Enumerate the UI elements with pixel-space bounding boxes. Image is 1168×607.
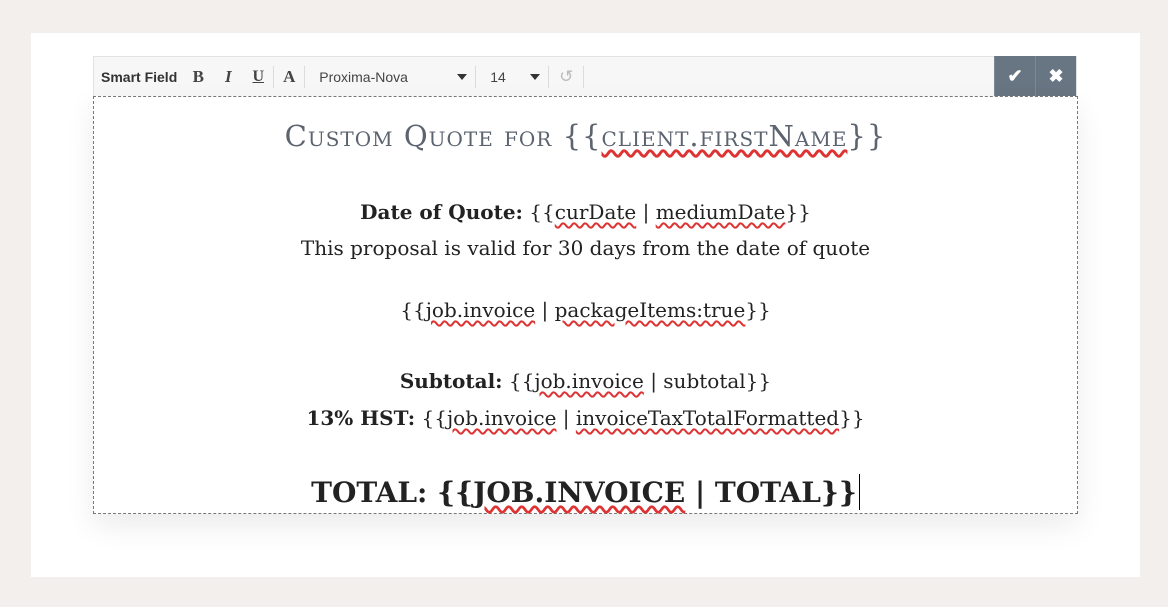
font-family-select[interactable]: Proxima-Nova — [305, 69, 475, 85]
chevron-down-icon — [457, 73, 468, 80]
validity-line: This proposal is valid for 30 days from … — [300, 236, 871, 260]
date-label: Date of Quote: — [360, 200, 523, 224]
smart-field-button[interactable]: Smart Field — [94, 69, 183, 85]
subtotal-line: Subtotal: {{job.invoice | subtotal}} — [399, 369, 772, 393]
font-size-value: 14 — [490, 68, 506, 85]
italic-button[interactable]: I — [213, 57, 243, 97]
hst-label: 13% HST: — [306, 406, 416, 430]
quote-date-line: Date of Quote: {{curDate | mediumDate}} — [360, 200, 811, 224]
font-family-value: Proxima-Nova — [319, 68, 408, 85]
toolbar-divider — [583, 65, 585, 88]
editor-toolbar: Smart Field B I U A Proxima-Nova 14 ↺ ✔ … — [93, 56, 1077, 96]
font-color-button[interactable]: A — [274, 57, 304, 97]
toolbar-actions: ✔ ✖ — [994, 56, 1076, 96]
underline-button[interactable]: U — [243, 57, 273, 97]
font-size-select[interactable]: 14 — [476, 69, 548, 85]
total-line: TOTAL: {{JOB.INVOICE | TOTAL}} — [94, 474, 1077, 510]
bold-button[interactable]: B — [183, 57, 213, 97]
package-items-line: {{job.invoice | packageItems:true}} — [400, 298, 771, 322]
text-cursor — [858, 474, 860, 510]
chevron-down-icon — [530, 73, 541, 80]
document-editor[interactable]: Custom Quote for {{client.firstName}} Da… — [93, 96, 1078, 514]
hst-line: 13% HST: {{job.invoice | invoiceTaxTotal… — [306, 406, 865, 430]
undo-icon[interactable]: ↺ — [549, 67, 583, 87]
close-icon[interactable]: ✖ — [1035, 56, 1076, 96]
document-title: Custom Quote for {{client.firstName}} — [284, 119, 887, 153]
subtotal-label: Subtotal: — [399, 369, 503, 393]
check-icon[interactable]: ✔ — [994, 56, 1035, 96]
